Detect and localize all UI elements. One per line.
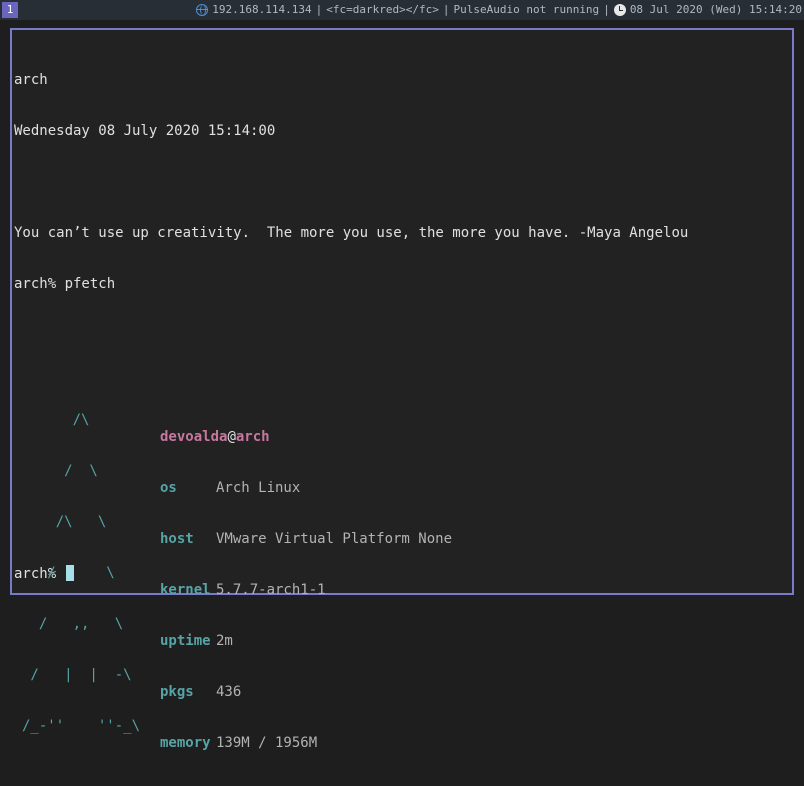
info-label: host <box>160 531 194 547</box>
info-label: memory <box>160 735 211 751</box>
info-row: host VMware Virtual Platform None <box>160 531 452 548</box>
separator: | <box>603 3 610 16</box>
status-items: 192.168.114.134 | <fc=darkred></fc> | Pu… <box>196 0 802 20</box>
info-value: 5.7.7-arch1-1 <box>216 582 326 598</box>
info-row: pkgs 436 <box>160 684 270 701</box>
logo-line: / ,, \ <box>22 616 124 632</box>
info-value: 2m <box>216 633 233 649</box>
info-row: os Arch Linux <box>160 480 300 497</box>
audio-status: PulseAudio not running <box>453 3 600 16</box>
terminal-output: arch Wednesday 08 July 2020 15:14:00 You… <box>14 38 689 751</box>
separator: | <box>315 3 323 16</box>
status-bar: 1 192.168.114.134 | <fc=darkred></fc> | … <box>0 0 804 20</box>
info-value: VMware Virtual Platform None <box>216 531 453 547</box>
vpn-status: <fc=darkred></fc> <box>326 3 439 16</box>
info-label: uptime <box>160 633 211 649</box>
info-label: os <box>160 480 177 496</box>
info-row: kernel 5.7.7-arch1-1 <box>160 582 326 599</box>
host-name: arch <box>235 429 270 445</box>
ip-address: 192.168.114.134 <box>212 3 312 16</box>
info-value: 139M / 1956M <box>216 735 318 751</box>
info-label: kernel <box>160 582 211 598</box>
hostname-line: arch <box>14 72 48 88</box>
user-host-line: devoalda@arch <box>160 429 270 446</box>
logo-line: / | | -\ <box>22 667 132 683</box>
at-sign: @ <box>227 429 236 445</box>
info-value: Arch Linux <box>216 480 301 496</box>
info-label: pkgs <box>160 684 194 700</box>
workspace-indicator[interactable]: 1 <box>2 2 18 18</box>
command-line: arch% pfetch <box>14 276 116 292</box>
arch-logo-ascii: /\ / \ /\ \ / \ / ,, \ / | | -\ /_-'' ''… <box>22 378 140 769</box>
logo-line: /\ <box>22 412 90 428</box>
logo-line: /_-'' ''-_\ <box>22 718 141 734</box>
pfetch-output: /\ / \ /\ \ / \ / ,, \ / | | -\ /_-'' ''… <box>14 344 688 751</box>
logo-line: / \ <box>22 565 115 581</box>
separator: | <box>442 3 450 16</box>
info-value: 436 <box>216 684 242 700</box>
date-line: Wednesday 08 July 2020 15:14:00 <box>14 123 276 139</box>
quote-line: You can’t use up creativity. The more yo… <box>14 225 689 241</box>
system-info: devoalda@arch os Arch Linux host VMware Vi… <box>160 395 452 786</box>
logo-line: / \ <box>22 463 98 479</box>
info-row: memory 139M / 1956M <box>160 735 317 752</box>
date-time: 08 Jul 2020 (Wed) 15:14:20 <box>629 3 802 16</box>
info-row: uptime 2m <box>160 633 270 650</box>
logo-line: /\ \ <box>22 514 107 530</box>
clock-icon <box>613 4 626 16</box>
globe-icon <box>196 4 209 16</box>
terminal-window[interactable]: arch Wednesday 08 July 2020 15:14:00 You… <box>10 28 794 751</box>
user-name: devoalda <box>160 429 228 445</box>
